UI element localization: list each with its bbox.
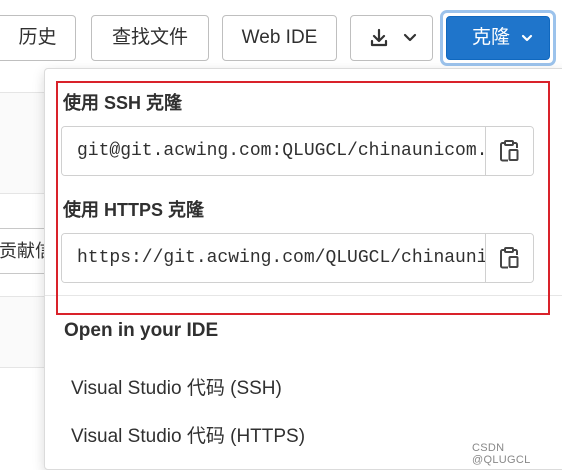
download-icon: [370, 28, 388, 47]
watermark: CSDN @QLUGCL: [472, 442, 531, 466]
chevron-down-icon: [521, 34, 533, 42]
open-vscode-ssh-item[interactable]: Visual Studio 代码 (SSH): [71, 373, 282, 400]
clone-button-focus-ring: 克隆: [440, 10, 556, 66]
chevron-down-icon: [403, 33, 417, 42]
history-button[interactable]: 历史: [0, 15, 76, 61]
clone-button-label: 克隆: [471, 27, 510, 48]
web-ide-button[interactable]: Web IDE: [222, 15, 337, 61]
find-file-button[interactable]: 查找文件: [91, 15, 209, 61]
download-button[interactable]: [350, 15, 433, 61]
highlight-box: [56, 81, 550, 315]
clone-button[interactable]: 克隆: [446, 16, 550, 60]
open-in-ide-title: Open in your IDE: [64, 320, 219, 341]
open-vscode-https-item[interactable]: Visual Studio 代码 (HTTPS): [71, 421, 305, 448]
background-input-partial: 贡献信: [0, 228, 48, 274]
